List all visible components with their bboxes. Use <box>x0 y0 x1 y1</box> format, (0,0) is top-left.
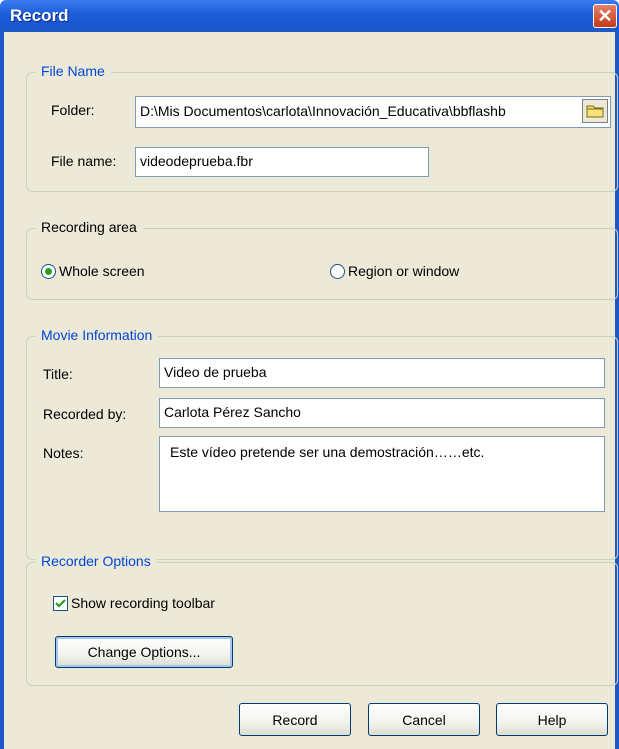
dialog-body: File Name Folder: D:\Mis Documentos\carl… <box>0 32 619 749</box>
folder-field[interactable]: D:\Mis Documentos\carlota\Innovación_Edu… <box>135 96 611 128</box>
show-toolbar-checkbox[interactable] <box>53 596 68 611</box>
help-button[interactable]: Help <box>496 703 608 736</box>
file-name-group: File Name Folder: D:\Mis Documentos\carl… <box>26 63 618 192</box>
whole-screen-label[interactable]: Whole screen <box>59 263 145 279</box>
title-label: Title: <box>43 366 73 382</box>
notes-value: Este vídeo pretende ser una demostración… <box>170 444 485 460</box>
record-button[interactable]: Record <box>239 703 351 736</box>
record-label: Record <box>272 711 318 728</box>
show-toolbar-label[interactable]: Show recording toolbar <box>71 595 215 611</box>
recorded-by-field[interactable]: Carlota Pérez Sancho <box>159 398 605 428</box>
title-bar[interactable]: Record ✕ <box>0 0 619 32</box>
movie-information-group: Movie Information Title: Video de prueba… <box>26 327 618 560</box>
recording-area-group: Recording area Whole screen Region or wi… <box>26 219 618 300</box>
cancel-button[interactable]: Cancel <box>368 703 480 736</box>
whole-screen-radio[interactable] <box>41 264 56 279</box>
change-options-button[interactable]: Change Options... <box>55 636 233 668</box>
folder-icon <box>586 105 604 118</box>
folder-value: D:\Mis Documentos\carlota\Innovación_Edu… <box>140 103 506 119</box>
recorded-by-label: Recorded by: <box>43 406 127 422</box>
window-title: Record <box>10 6 69 25</box>
movie-information-legend: Movie Information <box>35 327 159 343</box>
close-button[interactable]: ✕ <box>593 4 617 28</box>
file-name-value: videodeprueba.fbr <box>140 153 253 169</box>
browse-folder-button[interactable] <box>582 99 608 123</box>
recording-area-legend: Recording area <box>35 219 143 235</box>
change-options-label: Change Options... <box>87 644 201 660</box>
recorded-by-value: Carlota Pérez Sancho <box>164 404 301 420</box>
help-label: Help <box>537 711 567 728</box>
title-value: Video de prueba <box>164 364 267 380</box>
cancel-label: Cancel <box>402 711 446 728</box>
checkmark-icon <box>55 599 66 608</box>
region-window-label[interactable]: Region or window <box>348 263 459 279</box>
notes-label: Notes: <box>43 445 84 461</box>
region-window-radio[interactable] <box>330 264 345 279</box>
title-field[interactable]: Video de prueba <box>159 358 605 388</box>
file-name-legend: File Name <box>35 63 111 79</box>
recorder-options-legend: Recorder Options <box>35 553 157 569</box>
file-name-label: File name: <box>51 153 117 169</box>
file-name-field[interactable]: videodeprueba.fbr <box>135 147 429 177</box>
recorder-options-group: Recorder Options Show recording toolbar … <box>26 553 618 686</box>
folder-label: Folder: <box>51 102 95 118</box>
notes-field[interactable]: Este vídeo pretende ser una demostración… <box>159 436 605 512</box>
close-icon: ✕ <box>597 6 613 26</box>
